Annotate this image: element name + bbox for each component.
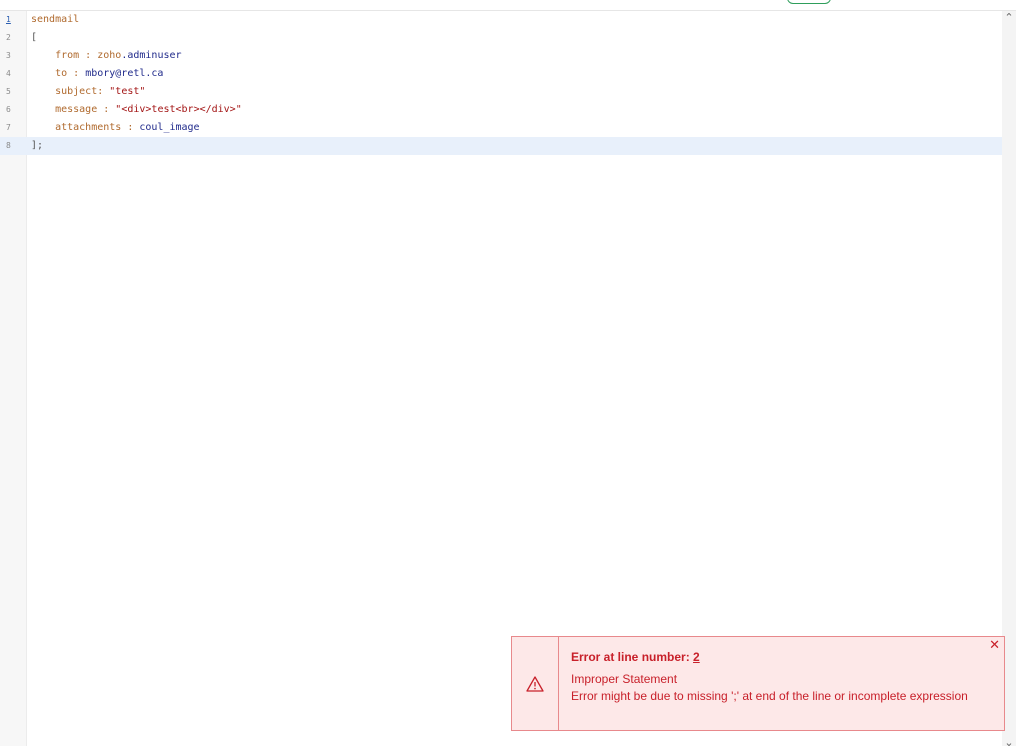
line-number: 7 xyxy=(6,123,11,132)
error-title-label: Error at line number: xyxy=(571,650,694,664)
code-line[interactable]: 4 to : mbory@retl.ca xyxy=(0,65,1002,83)
warning-triangle-icon xyxy=(526,676,544,692)
code-line[interactable]: 2[ xyxy=(0,29,1002,47)
code-token: sendmail xyxy=(31,14,80,25)
code-token: "test" xyxy=(109,86,146,97)
code-line[interactable]: 7 attachments : coul_image xyxy=(0,119,1002,137)
code-token: coul_image xyxy=(139,122,200,133)
line-number: 8 xyxy=(6,141,11,150)
error-content: Error at line number: 2 Improper Stateme… xyxy=(571,649,991,705)
code-text[interactable]: from : zoho.adminuser xyxy=(31,47,182,65)
code-text[interactable]: ]; xyxy=(31,137,43,155)
code-text[interactable]: to : mbory@retl.ca xyxy=(31,65,163,83)
close-icon[interactable]: ✕ xyxy=(989,638,1000,653)
code-token: from : xyxy=(31,50,98,61)
code-text[interactable]: attachments : coul_image xyxy=(31,119,200,137)
code-token: .adminuser xyxy=(121,50,182,61)
code-line[interactable]: 3 from : zoho.adminuser xyxy=(0,47,1002,65)
code-text[interactable]: message : "<div>test<br></div>" xyxy=(31,101,242,119)
error-type: Improper Statement xyxy=(571,672,678,686)
code-token: [ xyxy=(31,32,38,43)
scroll-up-icon[interactable]: ⌃ xyxy=(1002,11,1016,25)
error-icon-column xyxy=(512,637,559,730)
code-line[interactable]: 5 subject: "test" xyxy=(0,83,1002,101)
line-number: 4 xyxy=(6,69,11,78)
code-text[interactable]: subject: "test" xyxy=(31,83,145,101)
code-token: ]; xyxy=(31,140,44,151)
line-number: 6 xyxy=(6,105,11,114)
code-line[interactable]: 6 message : "<div>test<br></div>" xyxy=(0,101,1002,119)
line-number: 5 xyxy=(6,87,11,96)
top-toolbar xyxy=(0,0,1016,11)
error-notification: Error at line number: 2 Improper Stateme… xyxy=(511,636,1005,731)
code-token: to : xyxy=(31,68,86,79)
error-title: Error at line number: 2 xyxy=(571,649,991,665)
code-token: zoho xyxy=(97,50,122,61)
code-token: "<div>test<br></div>" xyxy=(115,104,242,115)
code-token: subject: xyxy=(31,86,110,97)
code-line[interactable]: 8]; xyxy=(0,137,1002,155)
code-text[interactable]: [ xyxy=(31,29,37,47)
code-token: attachments : xyxy=(31,122,140,133)
code-token: message : xyxy=(31,104,116,115)
line-number: 1 xyxy=(6,15,11,24)
code-token: mbory@retl.ca xyxy=(85,68,164,79)
line-number: 2 xyxy=(6,33,11,42)
code-text[interactable]: sendmail xyxy=(31,11,79,29)
line-number: 3 xyxy=(6,51,11,60)
code-line[interactable]: 1 sendmail xyxy=(0,11,1002,29)
error-line-number-link[interactable]: 2 xyxy=(693,650,700,664)
toolbar-pill-button[interactable] xyxy=(787,0,831,4)
error-description: Error might be due to missing ';' at end… xyxy=(571,689,968,703)
scroll-down-icon[interactable]: ⌄ xyxy=(1002,736,1016,750)
